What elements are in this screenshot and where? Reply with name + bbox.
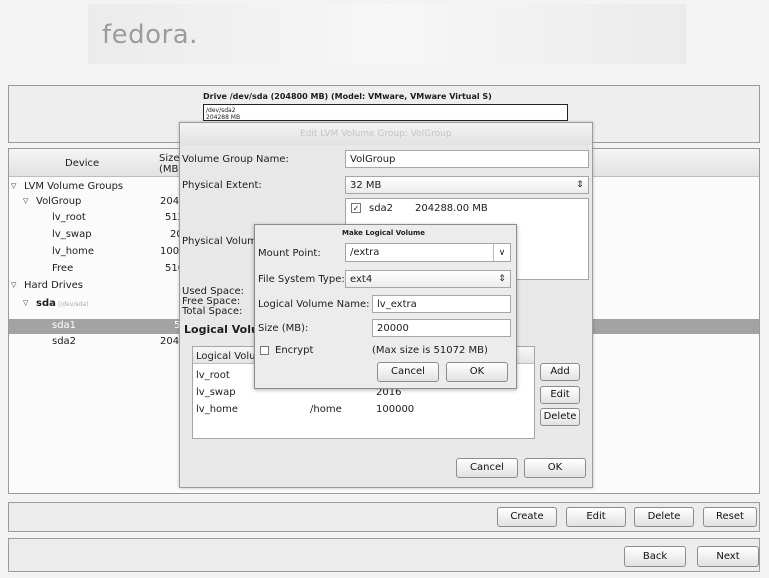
fs-type-label: File System Type:	[258, 274, 345, 285]
lvm-ok-button[interactable]: OK	[524, 458, 586, 478]
make-lv-cancel-button[interactable]: Cancel	[377, 362, 439, 382]
edit-button[interactable]: Edit	[566, 507, 626, 527]
max-size-note: (Max size is 51072 MB)	[372, 345, 488, 356]
next-button[interactable]: Next	[697, 546, 759, 567]
pv-item-size: 204288.00 MB	[415, 203, 488, 214]
tree-label: LVM Volume Groups	[24, 181, 124, 192]
drive-partition-bar[interactable]: /dev/sda2 204288 MB	[203, 104, 568, 121]
add-lv-button[interactable]: Add	[540, 363, 580, 381]
tree-row-volgroup[interactable]: ▽ VolGroup 2042	[0, 196, 185, 209]
partition-size: 204288 MB	[206, 114, 241, 121]
tree-row-free[interactable]: Free 510	[0, 263, 184, 276]
col-size-header[interactable]: Size (MB)	[159, 153, 182, 175]
vg-name-label: Volume Group Name:	[182, 154, 289, 165]
drive-title: Drive /dev/sda (204800 MB) (Model: VMwar…	[203, 92, 492, 101]
lvm-cancel-button[interactable]: Cancel	[456, 458, 518, 478]
lv-row-name[interactable]: lv_swap	[196, 387, 236, 398]
tree-label: VolGroup	[36, 196, 82, 207]
mount-point-combo[interactable]: /extra ∨	[345, 243, 511, 262]
tree-sublabel: (/dev/sda)	[58, 301, 89, 308]
make-lv-ok-button[interactable]: OK	[446, 362, 508, 382]
tree-row-sda1[interactable]: sda1 5	[0, 320, 180, 333]
expand-arrow-icon[interactable]: ▽	[23, 299, 28, 307]
encrypt-label[interactable]: Encrypt	[275, 345, 313, 356]
tree-label: lv_root	[52, 212, 86, 223]
tree-row-sda[interactable]: ▽ sda (/dev/sda)	[0, 298, 178, 311]
expand-arrow-icon[interactable]: ▽	[11, 182, 16, 190]
encrypt-checkbox[interactable]	[260, 346, 269, 355]
fedora-logo: fedora.	[102, 20, 198, 50]
tree-label: sda1	[52, 320, 77, 331]
expand-arrow-icon[interactable]: ▽	[23, 197, 28, 205]
delete-lv-button[interactable]: Delete	[540, 408, 580, 426]
reset-button[interactable]: Reset	[703, 507, 757, 527]
lv-section-label: Logical Volu	[184, 323, 259, 336]
pe-select-value: 32 MB	[350, 180, 382, 191]
tree-label: Hard Drives	[24, 280, 83, 291]
tree-label: Free	[52, 263, 74, 274]
lvm-dialog-title: Edit LVM Volume Group: VolGroup	[300, 129, 452, 139]
size-label: Size (MB):	[258, 323, 309, 334]
tree-row-hard-drives[interactable]: ▽ Hard Drives	[0, 280, 178, 293]
mount-point-label: Mount Point:	[258, 248, 321, 259]
tree-label: lv_swap	[52, 229, 92, 240]
lv-row-name[interactable]: lv_root	[196, 370, 230, 381]
pv-item-name: sda2	[369, 203, 394, 214]
tree-row-sda2[interactable]: sda2 2042	[0, 336, 185, 349]
fs-type-select[interactable]: ext4 ⇕	[345, 270, 511, 288]
delete-button[interactable]: Delete	[634, 507, 694, 527]
vg-name-input[interactable]: VolGroup	[345, 150, 589, 168]
mount-point-value: /extra	[350, 247, 380, 258]
tree-label: sda2	[52, 336, 77, 347]
lv-row-name[interactable]: lv_home	[196, 404, 238, 415]
tree-row-lv-root[interactable]: lv_root 512	[0, 212, 184, 225]
lv-row-mount: /home	[310, 404, 342, 415]
expand-arrow-icon[interactable]: ▽	[11, 281, 16, 289]
fs-type-value: ext4	[350, 274, 373, 285]
total-space-label: Total Space:	[182, 306, 243, 317]
tree-row-lv-swap[interactable]: lv_swap 20	[0, 229, 183, 242]
pv-label: Physical Volum	[182, 236, 257, 247]
create-button[interactable]: Create	[497, 507, 557, 527]
tree-row-lv-home[interactable]: lv_home 1000	[0, 246, 185, 259]
lv-row-size: 100000	[376, 404, 415, 415]
pe-label: Physical Extent:	[182, 180, 262, 191]
chevron-down-icon[interactable]: ∨	[493, 244, 510, 261]
lv-name-input[interactable]: lv_extra	[372, 295, 511, 313]
make-lv-title: Make Logical Volume	[342, 229, 425, 237]
col-device-header[interactable]: Device	[65, 158, 99, 169]
tree-label: lv_home	[52, 246, 95, 257]
back-button[interactable]: Back	[624, 546, 686, 567]
pe-select[interactable]: 32 MB ⇕	[345, 176, 589, 194]
partition-name: /dev/sda2	[206, 107, 236, 114]
size-input[interactable]: 20000	[372, 319, 511, 337]
updown-arrow-icon: ⇕	[498, 274, 506, 284]
edit-lv-button[interactable]: Edit	[540, 386, 580, 404]
pv-checkbox[interactable]: ✓	[351, 203, 361, 213]
updown-arrow-icon: ⇕	[576, 180, 584, 190]
tree-label: sda	[36, 298, 56, 309]
lv-name-label: Logical Volume Name:	[258, 299, 370, 310]
tree-row-lvm-groups[interactable]: ▽ LVM Volume Groups	[0, 181, 178, 194]
